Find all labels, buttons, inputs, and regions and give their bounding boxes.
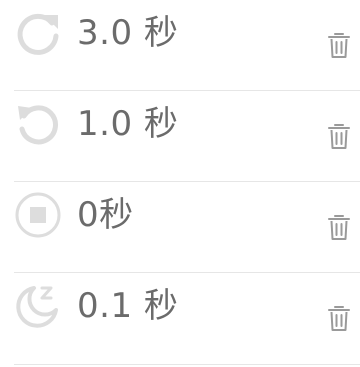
delay-label: 1.0 秒 <box>77 104 179 144</box>
trash-icon[interactable] <box>326 212 352 242</box>
trash-icon[interactable] <box>326 303 352 333</box>
trash-icon[interactable] <box>326 30 352 60</box>
divider <box>14 364 360 365</box>
delay-label: 0秒 <box>77 195 134 235</box>
stop-icon <box>14 191 62 239</box>
list-item[interactable]: 1.0 秒 <box>0 91 360 181</box>
list-item[interactable]: 0.1 秒 <box>0 273 360 363</box>
undo-icon <box>14 100 62 148</box>
delay-label: 0.1 秒 <box>77 286 179 326</box>
redo-icon <box>14 9 62 57</box>
list-item[interactable]: 0秒 <box>0 182 360 272</box>
sleep-moon-icon <box>14 282 62 330</box>
delay-label: 3.0 秒 <box>77 13 179 53</box>
list-item[interactable]: 3.0 秒 <box>0 0 360 90</box>
delay-list: 3.0 秒 1.0 秒 0秒 0.1 秒 <box>0 0 360 367</box>
trash-icon[interactable] <box>326 121 352 151</box>
